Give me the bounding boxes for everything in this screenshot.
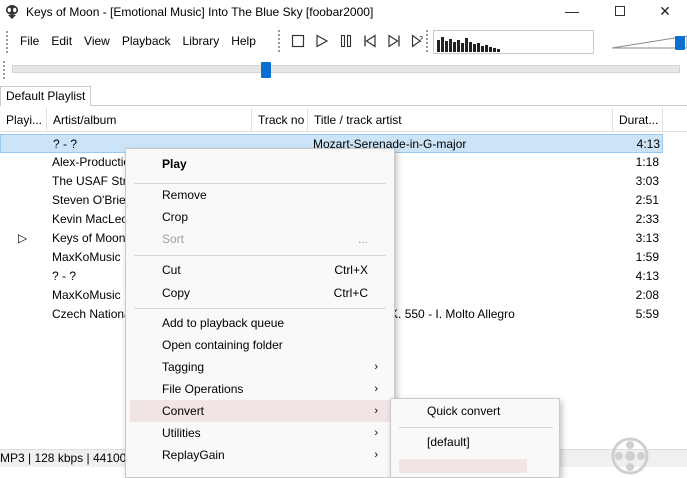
stop-button[interactable] <box>288 31 308 51</box>
random-icon: ? <box>411 34 423 48</box>
transport-controls: ? <box>288 31 428 51</box>
menu-item-utilities-label: Utilities <box>162 426 201 440</box>
chevron-right-icon: › <box>374 383 378 395</box>
submenu-item-highlight[interactable] <box>399 459 527 473</box>
seekbar-grip[interactable] <box>3 61 5 79</box>
menu-item-add-to-queue[interactable]: Add to playback queue <box>130 312 392 334</box>
stop-icon <box>291 34 305 48</box>
column-title[interactable]: Title / track artist <box>308 108 613 132</box>
maximize-icon <box>615 6 625 16</box>
context-menu: Play Remove Crop Sort ... Cut Ctrl+X Cop… <box>125 148 395 478</box>
spectrum-visualizer[interactable] <box>433 30 594 54</box>
menu-item-default-preset[interactable]: [default] <box>395 431 557 453</box>
toolbar-grip[interactable] <box>278 30 282 52</box>
menu-edit[interactable]: Edit <box>45 27 78 56</box>
menu-item-tagging-label: Tagging <box>162 360 205 374</box>
menu-item-file-operations-label: File Operations <box>162 382 244 396</box>
row-duration: 2:33 <box>635 212 659 226</box>
spectrum-bars <box>437 37 500 52</box>
menu-separator <box>134 255 386 256</box>
seekbar-thumb[interactable] <box>260 62 271 78</box>
next-button[interactable] <box>384 31 404 51</box>
row-duration: 4:13 <box>636 137 660 151</box>
menu-item-copy-label: Copy <box>162 286 191 300</box>
title-bar: Keys of Moon - [Emotional Music] Into Th… <box>0 0 687 24</box>
row-duration: 5:59 <box>635 307 659 321</box>
menu-item-convert-label: Convert <box>162 404 205 418</box>
toolbar-grip-2[interactable] <box>426 30 430 52</box>
menu-file[interactable]: File <box>14 27 45 56</box>
menu-item-replaygain[interactable]: ReplayGain › <box>130 444 392 466</box>
menu-item-sort-hint: ... <box>357 232 368 246</box>
menu-item-cut-shortcut: Ctrl+X <box>334 263 368 277</box>
menu-separator <box>134 308 386 309</box>
svg-text:?: ? <box>419 35 423 44</box>
menu-item-cut[interactable]: Cut Ctrl+X <box>130 259 392 281</box>
foobar-alien-icon <box>6 5 18 19</box>
menu-item-remove[interactable]: Remove <box>130 184 392 206</box>
menu-item-convert[interactable]: Convert › <box>130 400 392 422</box>
menu-item-crop[interactable]: Crop <box>130 206 392 228</box>
menu-item-file-operations[interactable]: File Operations › <box>130 378 392 400</box>
previous-icon <box>364 34 376 48</box>
window-title: Keys of Moon - [Emotional Music] Into Th… <box>26 5 374 19</box>
column-track-no[interactable]: Track no <box>252 108 308 132</box>
chevron-right-icon: › <box>374 361 378 373</box>
menu-view[interactable]: View <box>78 27 116 56</box>
menu-item-quick-convert[interactable]: Quick convert <box>395 400 557 422</box>
row-duration: 1:18 <box>635 155 659 169</box>
tab-default-playlist[interactable]: Default Playlist <box>0 86 92 106</box>
playlist-tabs: Default Playlist <box>0 86 687 106</box>
playlist-header: Playi... Artist/album Track no Title / t… <box>0 108 687 132</box>
convert-submenu: Quick convert [default] <box>390 398 560 478</box>
menu-help[interactable]: Help <box>225 27 262 56</box>
column-playing[interactable]: Playi... <box>0 108 47 132</box>
row-duration: 3:13 <box>635 231 659 245</box>
chevron-right-icon: › <box>374 405 378 417</box>
pause-icon <box>340 34 352 48</box>
row-duration: 2:08 <box>635 288 659 302</box>
menu-item-copy-shortcut: Ctrl+C <box>333 286 368 300</box>
menu-item-sort-label: Sort <box>162 232 185 246</box>
menubar: File Edit View Playback Library Help <box>6 27 262 56</box>
menu-playback[interactable]: Playback <box>116 27 177 56</box>
column-duration[interactable]: Durat... <box>613 108 663 132</box>
pause-button[interactable] <box>336 31 356 51</box>
close-button[interactable]: ✕ <box>642 0 687 24</box>
chevron-right-icon: › <box>374 427 378 439</box>
volume-slider[interactable] <box>612 30 687 54</box>
now-playing-icon: ▷ <box>18 231 28 245</box>
menubar-grip[interactable] <box>6 30 9 53</box>
row-duration: 3:03 <box>635 174 659 188</box>
menu-item-replaygain-label: ReplayGain <box>162 448 225 462</box>
chevron-right-icon: › <box>374 449 378 461</box>
menu-item-copy[interactable]: Copy Ctrl+C <box>130 282 392 304</box>
play-button[interactable] <box>312 31 332 51</box>
menu-item-utilities[interactable]: Utilities › <box>130 422 392 444</box>
menu-separator <box>399 427 553 428</box>
seekbar-row <box>0 58 687 82</box>
random-button[interactable]: ? <box>408 31 428 51</box>
row-duration: 1:59 <box>635 250 659 264</box>
menu-library[interactable]: Library <box>177 27 226 56</box>
volume-thumb[interactable] <box>674 36 685 50</box>
row-duration: 4:13 <box>635 269 659 283</box>
seekbar-track[interactable] <box>12 65 680 73</box>
row-duration: 2:51 <box>635 193 659 207</box>
play-icon <box>316 34 329 48</box>
next-icon <box>388 34 400 48</box>
menu-item-play[interactable]: Play <box>130 153 392 175</box>
menu-item-tagging[interactable]: Tagging › <box>130 356 392 378</box>
menu-item-open-folder[interactable]: Open containing folder <box>130 334 392 356</box>
minimize-button[interactable]: — <box>549 0 595 24</box>
menu-item-cut-label: Cut <box>162 263 181 277</box>
column-artist-album[interactable]: Artist/album <box>47 108 252 132</box>
maximize-button[interactable] <box>597 0 643 24</box>
foobar-logo-icon <box>611 437 649 475</box>
menu-item-sort: Sort ... <box>130 228 392 250</box>
previous-button[interactable] <box>360 31 380 51</box>
